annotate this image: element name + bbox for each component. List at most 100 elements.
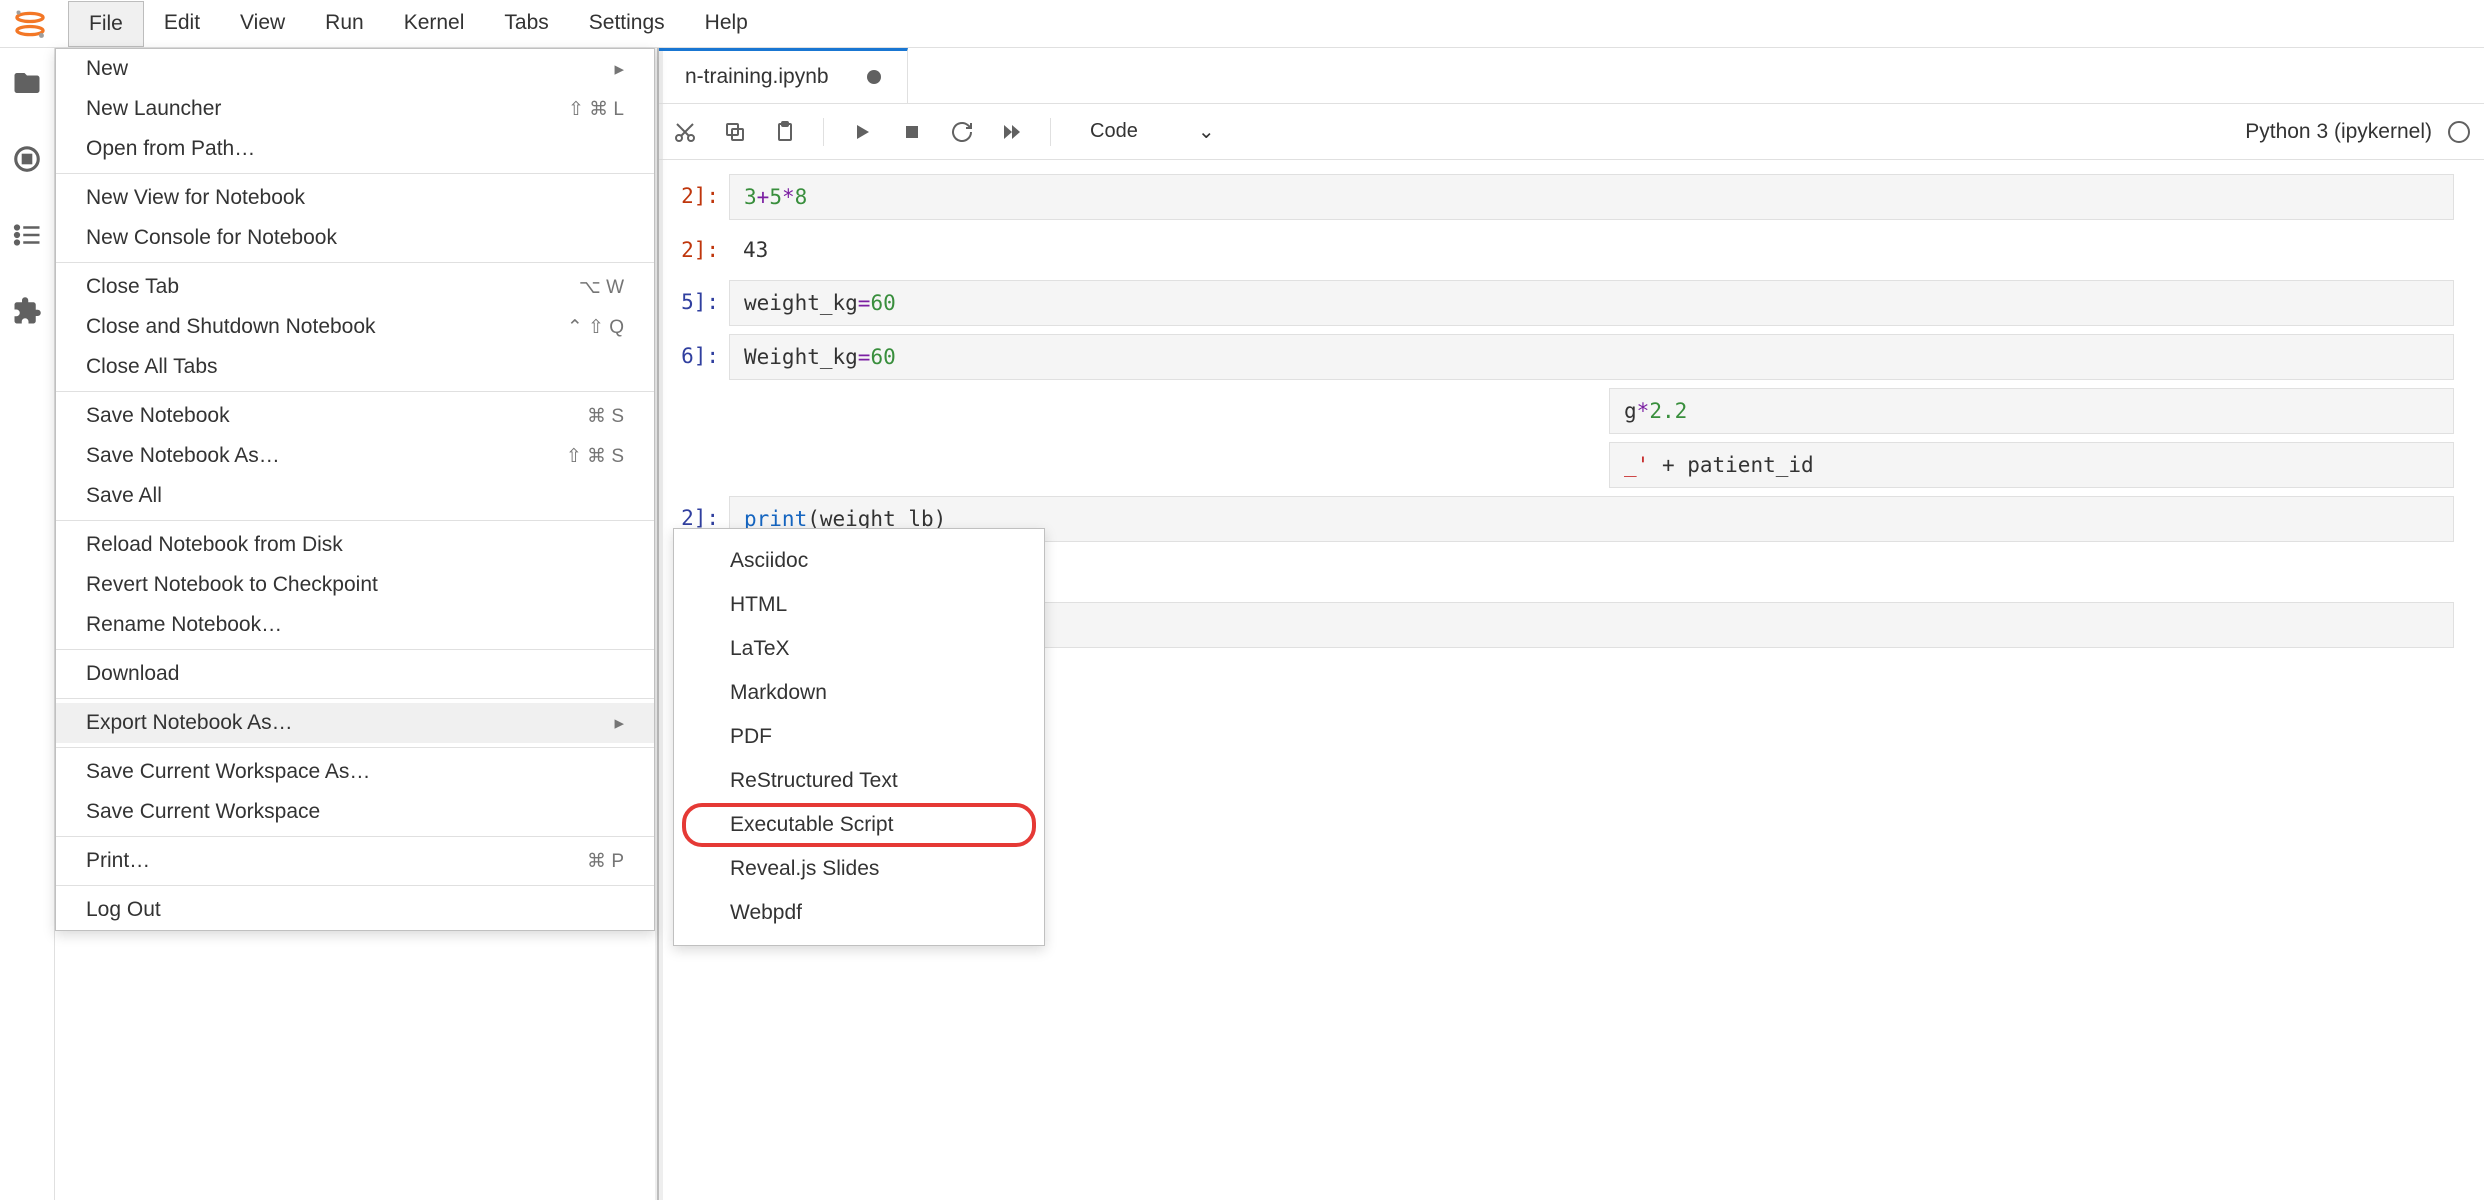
menu-view[interactable]: View [220,1,305,47]
code-cell[interactable]: 3+5*8 [729,174,2454,220]
filemenu-save-all[interactable]: Save All [56,476,654,516]
menu-run[interactable]: Run [305,1,384,47]
filemenu-reload-notebook-from-disk[interactable]: Reload Notebook from Disk [56,525,654,565]
menu-separator [56,391,654,392]
filemenu-rename-notebook-[interactable]: Rename Notebook… [56,605,654,645]
filemenu-label: Close and Shutdown Notebook [86,315,376,339]
unsaved-dot-icon [867,70,881,84]
menu-file[interactable]: File [68,1,144,47]
export-reveal-js-slides[interactable]: Reveal.js Slides [674,847,1044,891]
export-executable-script[interactable]: Executable Script [682,803,1036,847]
filemenu-label: New Console for Notebook [86,226,337,250]
filemenu-new-view-for-notebook[interactable]: New View for Notebook [56,178,654,218]
filemenu-label: Save All [86,484,162,508]
paste-icon[interactable] [773,120,797,144]
menu-kernel[interactable]: Kernel [384,1,485,47]
filemenu-print-[interactable]: Print…⌘ P [56,841,654,881]
filemenu-revert-notebook-to-checkpoint[interactable]: Revert Notebook to Checkpoint [56,565,654,605]
tab-title: n-training.ipynb [685,65,829,89]
copy-icon[interactable] [723,120,747,144]
cut-icon[interactable] [673,120,697,144]
filemenu-label: New Launcher [86,97,221,121]
menu-settings[interactable]: Settings [569,1,685,47]
running-icon[interactable] [12,144,42,174]
cell-row: _' + patient_id [669,442,2454,488]
filemenu-log-out[interactable]: Log Out [56,890,654,930]
filemenu-save-notebook-as-[interactable]: Save Notebook As… ⇧ ⌘ S [56,436,654,476]
menu-separator [56,173,654,174]
export-html[interactable]: HTML [674,583,1044,627]
filemenu-close-all-tabs[interactable]: Close All Tabs [56,347,654,387]
filemenu-save-current-workspace[interactable]: Save Current Workspace [56,792,654,832]
cell-row: 5]:weight_kg=60 [669,280,2454,326]
cell-row: 2]:43 [669,228,2454,272]
filemenu-close-and-shutdown-notebook[interactable]: Close and Shutdown Notebook⌃ ⇧ Q [56,307,654,347]
filemenu-export-notebook-as-[interactable]: Export Notebook As… ▸ [56,703,654,743]
kernel-name: Python 3 (ipykernel) [2245,120,2432,144]
menu-separator [56,747,654,748]
export-latex[interactable]: LaTeX [674,627,1044,671]
export-asciidoc[interactable]: Asciidoc [674,539,1044,583]
menu-tabs[interactable]: Tabs [484,1,568,47]
filemenu-label: Log Out [86,898,161,922]
submenu-arrow-icon: ▸ [614,58,624,81]
filemenu-open-from-path-[interactable]: Open from Path… [56,129,654,169]
extensions-icon[interactable] [12,296,42,326]
filemenu-download[interactable]: Download [56,654,654,694]
tab-notebook[interactable]: n-training.ipynb [659,48,908,103]
chevron-down-icon: ⌄ [1198,119,1215,144]
filemenu-label: Download [86,662,179,686]
filemenu-new[interactable]: New ▸ [56,49,654,89]
output-cell: 43 [729,228,2454,272]
cell-row: 2]:3+5*8 [669,174,2454,220]
toc-icon[interactable] [12,220,42,250]
submenu-arrow-icon: ▸ [614,712,624,735]
filemenu-label: New View for Notebook [86,186,305,210]
export-markdown[interactable]: Markdown [674,671,1044,715]
shortcut-label: ⌘ P [587,850,624,873]
restart-icon[interactable] [950,120,974,144]
kernel-status[interactable]: Python 3 (ipykernel) [2245,120,2470,144]
export-pdf[interactable]: PDF [674,715,1044,759]
menu-separator [56,885,654,886]
main: New ▸ New Launcher⇧ ⌘ L Open from Path… New … [0,48,2484,1200]
menu-separator [56,262,654,263]
menu-separator [56,836,654,837]
shortcut-label: ⌥ W [579,276,624,299]
filemenu-save-notebook[interactable]: Save Notebook ⌘ S [56,396,654,436]
celltype-select[interactable]: Code ⌄ [1077,114,1228,149]
filemenu-label: Close All Tabs [86,355,218,379]
fastforward-icon[interactable] [1000,120,1024,144]
filemenu-label: Export Notebook As… [86,711,293,735]
filemenu-save-current-workspace-as-[interactable]: Save Current Workspace As… [56,752,654,792]
filemenu-label: Save Notebook [86,404,230,428]
tabbar: n-training.ipynb [659,48,2484,104]
menu-edit[interactable]: Edit [144,1,220,47]
filemenu-label: Save Current Workspace As… [86,760,370,784]
filemenu-label: Rename Notebook… [86,613,282,637]
filemenu-label: Save Notebook As… [86,444,280,468]
code-cell[interactable]: weight_kg=60 [729,280,2454,326]
filemenu-label: New [86,57,128,81]
code-cell[interactable]: Weight_kg=60 [729,334,2454,380]
filemenu-label: Open from Path… [86,137,255,161]
menubar: FileEditViewRunKernelTabsSettingsHelp [0,0,2484,48]
code-cell[interactable]: g*2.2 [1609,388,2454,434]
menu-help[interactable]: Help [685,1,768,47]
filemenu-new-launcher[interactable]: New Launcher⇧ ⌘ L [56,89,654,129]
run-icon[interactable] [850,120,874,144]
toolbar-separator [823,118,824,146]
cell-row: g*2.2 [669,388,2454,434]
code-cell[interactable]: _' + patient_id [1609,442,2454,488]
shortcut-label: ⌘ S [587,405,624,428]
filemenu-close-tab[interactable]: Close Tab⌥ W [56,267,654,307]
stop-icon[interactable] [900,120,924,144]
export-webpdf[interactable]: Webpdf [674,891,1044,935]
cell-prompt: 5]: [669,280,729,314]
filemenu-label: Revert Notebook to Checkpoint [86,573,378,597]
kernel-idle-icon [2448,121,2470,143]
shortcut-label: ⇧ ⌘ S [566,445,624,468]
folder-icon[interactable] [12,68,42,98]
filemenu-new-console-for-notebook[interactable]: New Console for Notebook [56,218,654,258]
export-restructured-text[interactable]: ReStructured Text [674,759,1044,803]
